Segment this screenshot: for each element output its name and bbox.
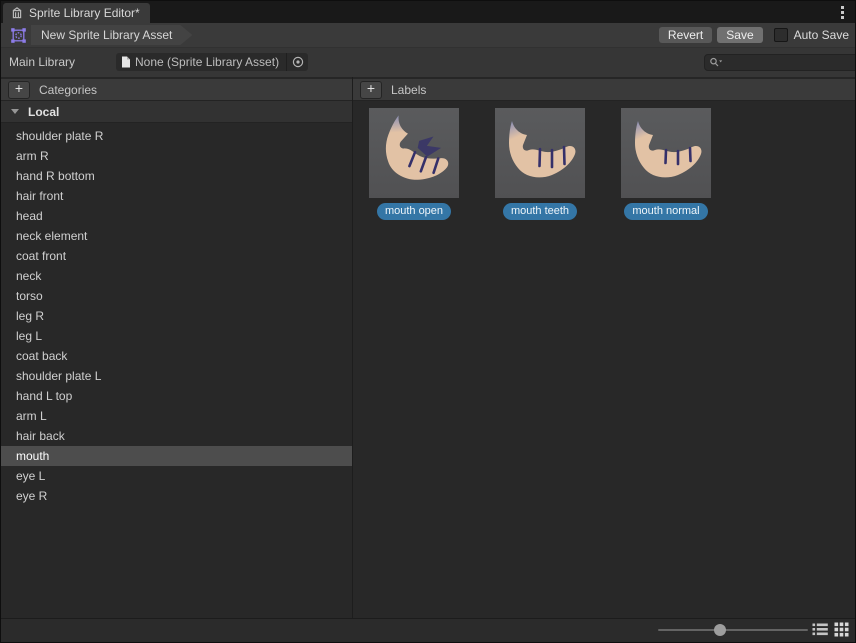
category-row[interactable]: neck — [1, 266, 352, 286]
main-library-object-field[interactable]: None (Sprite Library Asset) — [116, 53, 308, 71]
main-library-label: Main Library — [9, 55, 75, 69]
category-row[interactable]: leg R — [1, 306, 352, 326]
toolbar: New Sprite Library Asset Revert Save Aut… — [1, 23, 855, 47]
categories-title: Categories — [39, 83, 97, 97]
tab-bar: Sprite Library Editor* — [1, 1, 855, 23]
object-field-value: None (Sprite Library Asset) — [135, 55, 279, 69]
sprite-card[interactable]: mouth open — [369, 108, 459, 220]
category-row[interactable]: arm R — [1, 146, 352, 166]
sprite-library-editor-window: Sprite Library Editor* New Sprite Librar… — [0, 0, 856, 643]
sprite-label-pill[interactable]: mouth normal — [624, 203, 707, 220]
categories-header: + Categories — [1, 77, 352, 101]
sprite-thumbnail-graphic — [621, 108, 711, 198]
category-row[interactable]: eye L — [1, 466, 352, 486]
tab-title: Sprite Library Editor* — [29, 6, 140, 20]
category-row[interactable]: torso — [1, 286, 352, 306]
kebab-menu-icon[interactable] — [835, 3, 849, 21]
auto-save-checkbox[interactable] — [774, 28, 788, 42]
object-picker-target-icon[interactable] — [286, 53, 308, 71]
breadcrumb[interactable]: New Sprite Library Asset — [31, 25, 192, 45]
labels-panel: mouth open — [353, 101, 856, 618]
local-group-foldout[interactable]: Local — [1, 101, 352, 123]
sprite-library-asset-icon — [10, 27, 27, 44]
category-row[interactable]: shoulder plate L — [1, 366, 352, 386]
sprite-thumbnail-graphic — [495, 108, 585, 198]
toolbar-actions: Revert Save Auto Save — [659, 27, 849, 43]
category-row[interactable]: eye R — [1, 486, 352, 506]
sprite-thumbnail[interactable] — [369, 108, 459, 198]
category-row[interactable]: head — [1, 206, 352, 226]
sprite-label-pill[interactable]: mouth open — [377, 203, 451, 220]
labels-title: Labels — [391, 83, 426, 97]
category-row[interactable]: hand R bottom — [1, 166, 352, 186]
search-field[interactable] — [704, 54, 856, 71]
search-input[interactable] — [723, 57, 856, 69]
triangle-down-icon — [11, 109, 19, 114]
category-row[interactable]: hair back — [1, 426, 352, 446]
auto-save-label: Auto Save — [794, 28, 849, 42]
sprite-thumbnail[interactable] — [621, 108, 711, 198]
category-row[interactable]: neck element — [1, 226, 352, 246]
category-row[interactable]: coat back — [1, 346, 352, 366]
grid-view-icon[interactable] — [834, 622, 849, 637]
category-row[interactable]: hand L top — [1, 386, 352, 406]
document-page-icon — [121, 56, 131, 68]
local-group-label: Local — [28, 105, 59, 119]
categories-panel: Local shoulder plate R arm R hand R bott… — [1, 101, 352, 618]
category-row[interactable]: shoulder plate R — [1, 126, 352, 146]
breadcrumb-label: New Sprite Library Asset — [41, 28, 172, 42]
category-list: shoulder plate R arm R hand R bottom hai… — [1, 126, 352, 506]
category-row[interactable]: hair front — [1, 186, 352, 206]
tab-sprite-library-editor[interactable]: Sprite Library Editor* — [3, 3, 150, 23]
category-row[interactable]: arm L — [1, 406, 352, 426]
thumbnail-size-slider[interactable] — [658, 629, 808, 631]
search-icon — [709, 57, 723, 68]
sprite-card[interactable]: mouth normal — [621, 108, 711, 220]
sprite-label-pill[interactable]: mouth teeth — [503, 203, 577, 220]
sprite-thumbnail-graphic — [369, 108, 459, 198]
category-row[interactable]: mouth — [1, 446, 352, 466]
list-view-icon[interactable] — [812, 623, 828, 636]
category-row[interactable]: leg L — [1, 326, 352, 346]
add-category-button[interactable]: + — [8, 81, 30, 99]
thumbnail-size-slider-handle[interactable] — [714, 624, 726, 636]
labels-header: + Labels — [353, 77, 856, 101]
library-building-icon — [10, 6, 24, 20]
add-label-button[interactable]: + — [360, 81, 382, 99]
category-row[interactable]: coat front — [1, 246, 352, 266]
sprite-card[interactable]: mouth teeth — [495, 108, 585, 220]
save-button[interactable]: Save — [717, 27, 762, 43]
sprite-thumbnail[interactable] — [495, 108, 585, 198]
revert-button[interactable]: Revert — [659, 27, 712, 43]
